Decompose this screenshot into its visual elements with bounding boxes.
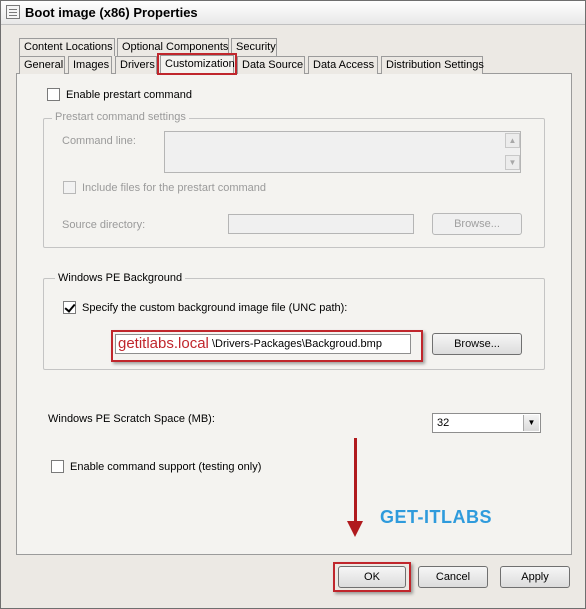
scratch-space-select[interactable]: 32 ▼: [432, 413, 541, 433]
scratch-space-label: Windows PE Scratch Space (MB):: [48, 413, 215, 425]
prestart-settings-title: Prestart command settings: [52, 111, 189, 123]
title-bar: Boot image (x86) Properties: [1, 1, 585, 25]
enable-prestart-checkbox[interactable]: [47, 88, 60, 101]
command-line-label: Command line:: [62, 135, 136, 147]
properties-dialog: Boot image (x86) Properties Content Loca…: [0, 0, 586, 609]
tab-drivers[interactable]: Drivers: [115, 56, 157, 74]
include-files-label: Include files for the prestart command: [82, 182, 267, 194]
tab-content-locations[interactable]: Content Locations: [19, 38, 115, 56]
tab-images[interactable]: Images: [68, 56, 112, 74]
annotation-arrow-head: [347, 521, 363, 537]
cancel-button[interactable]: Cancel: [418, 566, 488, 588]
tab-security[interactable]: Security: [231, 38, 277, 56]
command-line-field[interactable]: [164, 131, 521, 173]
background-browse-button[interactable]: Browse...: [432, 333, 522, 355]
watermark-text: GET-ITLABS: [380, 507, 492, 527]
tab-data-access[interactable]: Data Access: [308, 56, 378, 74]
ok-highlight: [333, 562, 411, 592]
enable-prestart-label: Enable prestart command: [66, 89, 192, 101]
command-support-label: Enable command support (testing only): [70, 461, 262, 473]
source-directory-label: Source directory:: [62, 219, 146, 231]
tab-general[interactable]: General: [19, 56, 65, 74]
include-files-checkbox[interactable]: [63, 181, 76, 194]
apply-button[interactable]: Apply: [500, 566, 570, 588]
chevron-down-icon[interactable]: ▼: [523, 415, 539, 431]
scroll-up-icon[interactable]: ▲: [505, 133, 520, 148]
command-support-checkbox[interactable]: [51, 460, 64, 473]
window-title: Boot image (x86) Properties: [25, 5, 198, 20]
scroll-down-icon[interactable]: ▼: [505, 155, 520, 170]
customization-tab-highlight: [157, 53, 237, 75]
properties-icon: [6, 5, 20, 19]
path-highlight: [111, 330, 423, 362]
tab-data-source[interactable]: Data Source: [237, 56, 305, 74]
specify-background-label: Specify the custom background image file…: [82, 302, 348, 314]
winpe-background-title: Windows PE Background: [55, 272, 186, 284]
scratch-space-value: 32: [437, 417, 450, 429]
specify-background-checkbox[interactable]: [63, 301, 76, 314]
annotation-arrow: [354, 438, 357, 524]
source-directory-field[interactable]: [228, 214, 414, 234]
tab-distribution-settings[interactable]: Distribution Settings: [381, 56, 484, 74]
prestart-browse-button[interactable]: Browse...: [432, 213, 522, 235]
